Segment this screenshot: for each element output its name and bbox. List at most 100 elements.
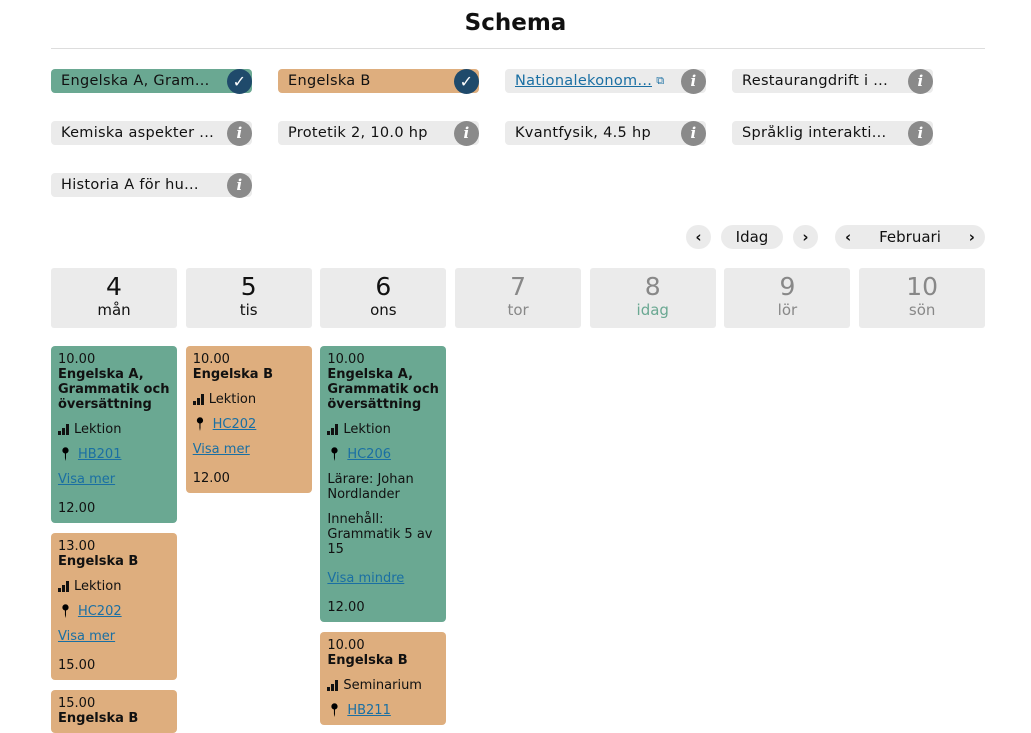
location-pin-icon: 📍 — [58, 447, 73, 461]
event-type-label: Lektion — [74, 422, 122, 437]
event-start-time: 10.00 — [327, 352, 365, 367]
day-header[interactable]: 10 sön — [859, 268, 986, 328]
day-name: tis — [239, 301, 258, 319]
event-start-time: 10.00 — [327, 638, 365, 653]
event-course-name: Engelska B — [192, 367, 273, 382]
signal-bars-icon — [58, 424, 69, 435]
toggle-details-text[interactable]: Visa mer — [58, 472, 115, 487]
day-number: 8 — [644, 272, 661, 301]
prev-month-button[interactable]: ‹ — [845, 228, 851, 246]
check-icon[interactable]: ✓ — [227, 68, 252, 94]
event-end-time: 12.00 — [327, 600, 365, 615]
event-card[interactable]: 10.00 Engelska B Seminarium 📍 HB211 — [320, 632, 447, 725]
course-label: Språklig interakti... — [742, 125, 887, 141]
day-header[interactable]: 5 tis — [185, 268, 312, 328]
course-chip[interactable]: Restaurangdrift i ... i — [732, 68, 933, 94]
course-chip[interactable]: Engelska B ✓ — [278, 68, 479, 94]
signal-bars-icon — [58, 581, 69, 592]
event-type: Lektion — [192, 392, 305, 407]
info-icon[interactable]: i — [681, 120, 706, 146]
location-pin-icon: 📍 — [327, 447, 343, 461]
info-icon[interactable]: i — [681, 68, 706, 94]
day-number: 10 — [906, 272, 939, 301]
event-start-time: 15.00 — [58, 696, 96, 711]
day-name: idag — [636, 301, 669, 319]
room-link[interactable]: HB201 — [78, 447, 122, 462]
month-label: Februari — [879, 228, 941, 246]
toggle-details-text[interactable]: Visa mer — [193, 442, 250, 457]
event-card[interactable]: 13.00 Engelska B Lektion 📍 HC202 Visa mer 15.0… — [51, 533, 177, 680]
toggle-details-link[interactable]: Visa mer — [58, 472, 170, 487]
event-card[interactable]: 10.00 Engelska A, Grammatik och översättn… — [320, 346, 447, 622]
toggle-details-text[interactable]: Visa mindre — [327, 571, 404, 586]
course-link[interactable]: Nationalekonom... — [515, 73, 652, 89]
event-end-time: 12.00 — [58, 501, 96, 516]
event-location: 📍 HC202 — [193, 417, 305, 432]
room-link[interactable]: HC202 — [213, 417, 257, 432]
course-chip[interactable]: Historia A för hu... i — [51, 172, 252, 198]
room-link[interactable]: HB211 — [347, 703, 391, 718]
day-name: mån — [97, 301, 131, 319]
event-type: Seminarium — [327, 678, 439, 693]
course-chip[interactable]: Nationalekonom... ⧉ i — [505, 68, 706, 94]
event-content: Innehåll: Grammatik 5 av 15 — [327, 512, 433, 557]
next-month-button[interactable]: › — [969, 228, 975, 246]
event-location: 📍 HB201 — [58, 447, 170, 462]
external-link-icon: ⧉ — [656, 74, 665, 87]
page-title: Schema — [464, 10, 567, 36]
event-type-label: Seminarium — [343, 678, 422, 693]
course-label: Protetik 2, 10.0 hp — [288, 125, 428, 141]
course-chip[interactable]: Kvantfysik, 4.5 hp i — [505, 120, 706, 146]
next-week-button[interactable]: › — [793, 225, 818, 249]
day-header[interactable]: 8 idag — [589, 268, 716, 328]
day-number: 4 — [106, 272, 122, 301]
course-label: Restaurangdrift i ... — [742, 73, 889, 89]
day-header[interactable]: 7 tor — [455, 268, 582, 328]
course-label: Engelska A, Gram... — [61, 73, 210, 89]
room-link[interactable]: HC202 — [78, 604, 122, 619]
event-location: 📍 HC202 — [58, 604, 170, 619]
info-icon[interactable]: i — [454, 120, 479, 146]
event-type: Lektion — [58, 422, 170, 437]
course-chip[interactable]: Protetik 2, 10.0 hp i — [278, 120, 479, 146]
check-icon[interactable]: ✓ — [454, 68, 479, 94]
location-pin-icon: 📍 — [58, 604, 73, 618]
info-icon[interactable]: i — [227, 172, 252, 198]
event-card[interactable]: 15.00 Engelska B — [51, 690, 177, 733]
course-label: Historia A för hu... — [61, 177, 199, 193]
event-card[interactable]: 10.00 Engelska B Lektion 📍 HC202 Visa mer 12.0… — [185, 346, 312, 493]
signal-bars-icon — [327, 424, 339, 435]
info-icon[interactable]: i — [908, 120, 933, 146]
toggle-details-link[interactable]: Visa mindre — [327, 571, 439, 586]
info-icon[interactable]: i — [227, 120, 252, 146]
day-header[interactable]: 4 mån — [51, 268, 177, 328]
course-chip[interactable]: Engelska A, Gram... ✓ — [51, 68, 252, 94]
day-header[interactable]: 9 lör — [724, 268, 851, 328]
day-header-bar: 4 mån 5 tis 6 ons 7 tor 8 idag 9 lör 10 sön — [51, 268, 986, 328]
day-name: tor — [507, 301, 529, 319]
event-course-name: Engelska A, Grammatik och översättning — [58, 367, 170, 412]
course-chip[interactable]: Språklig interakti... i — [732, 120, 933, 146]
room-link[interactable]: HC206 — [347, 447, 391, 462]
prev-week-button[interactable]: ‹ — [686, 225, 711, 249]
location-pin-icon: 📍 — [192, 417, 208, 431]
event-card[interactable]: 10.00 Engelska A, Grammatik och översättn… — [51, 346, 177, 523]
day-header[interactable]: 6 ons — [320, 268, 447, 328]
day-number: 6 — [375, 272, 392, 301]
month-selector: ‹ Februari › — [835, 225, 985, 249]
info-icon[interactable]: i — [908, 68, 933, 94]
day-column-mon: 10.00 Engelska A, Grammatik och översättn… — [51, 346, 177, 733]
event-end-time: 15.00 — [58, 658, 96, 673]
course-chip[interactable]: Kemiska aspekter ... i — [51, 120, 252, 146]
day-column-tue: 10.00 Engelska B Lektion 📍 HC202 Visa mer 12.0… — [185, 346, 312, 493]
course-label: Kemiska aspekter ... — [61, 125, 215, 141]
toggle-details-link[interactable]: Visa mer — [58, 629, 170, 644]
event-teacher: Lärare: Johan Nordlander — [327, 472, 414, 502]
event-course-name: Engelska B — [327, 653, 408, 668]
event-type: Lektion — [327, 422, 439, 437]
toggle-details-link[interactable]: Visa mer — [193, 442, 305, 457]
today-button[interactable]: Idag — [721, 225, 783, 249]
event-course-name: Engelska B — [58, 711, 139, 726]
event-location: 📍 HC206 — [327, 447, 439, 462]
toggle-details-text[interactable]: Visa mer — [58, 629, 115, 644]
